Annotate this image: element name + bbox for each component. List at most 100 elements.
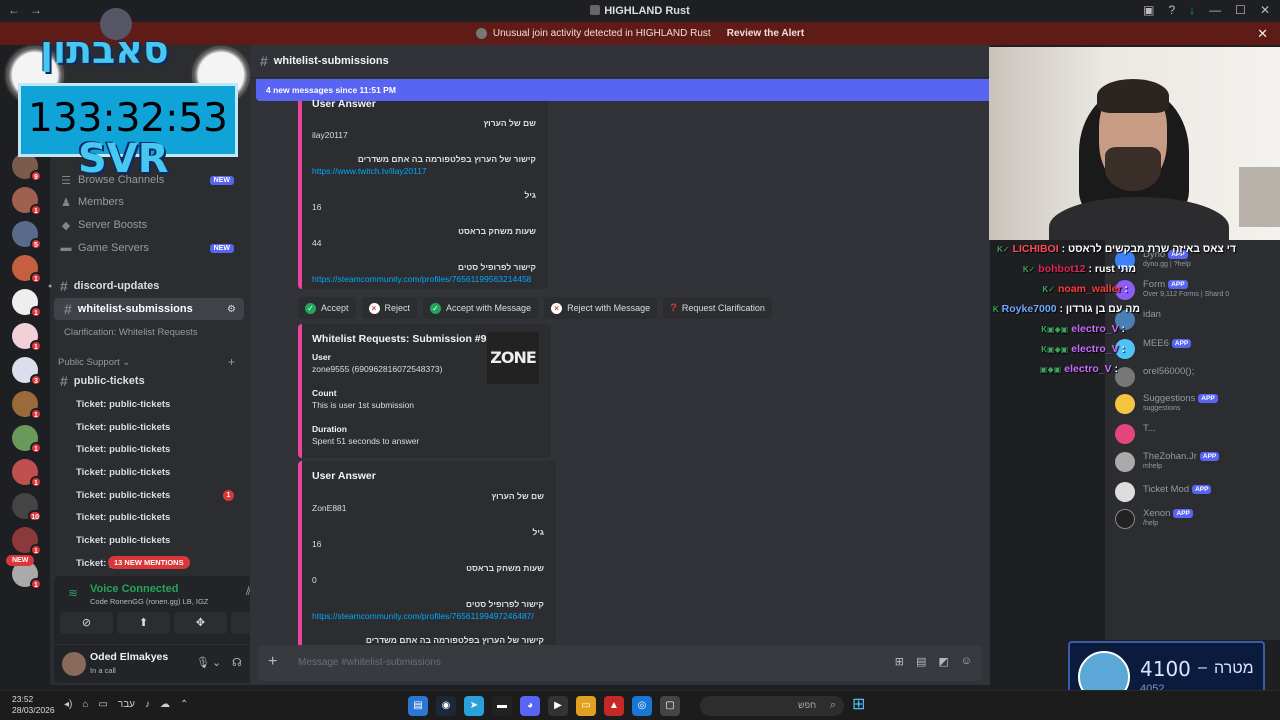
app-icon[interactable]: ▢ [660,696,680,716]
ticket-channel[interactable]: Ticket: public-tickets [50,529,246,551]
thread-item[interactable]: Clarification: Whitelist Requests [64,327,198,338]
taskbar-search[interactable]: חפש ⌕ [700,696,844,716]
inbox-icon[interactable]: ▣ [1143,3,1154,17]
check-icon: ✓ [305,302,316,314]
accept-button[interactable]: ✓ Accept [298,297,356,319]
network-icon[interactable]: ⌂ [82,699,88,710]
server-icon[interactable]: 1 [12,391,42,420]
channel-title: whitelist-submissions [273,55,389,67]
channel-discord-updates[interactable]: ● # discord-updates [48,275,246,297]
new-mentions-pill[interactable]: 13 NEW MENTIONS [108,556,190,569]
volume-icon[interactable]: ◂) [64,699,72,710]
server-icon[interactable]: 5 [12,221,42,250]
add-channel-icon[interactable]: + [228,355,235,369]
discord-app-icon[interactable]: ◕ [520,696,540,716]
server-icon[interactable]: 1 [12,425,42,454]
close-alert-icon[interactable]: ✕ [1257,26,1268,42]
voice-channel[interactable]: Code RonenGG (ronen.gg) LB, IGZ [90,597,208,606]
member-item[interactable]: Xenon APP/help [1115,505,1280,533]
field-link[interactable]: https://steamcommunity.com/profiles/7656… [312,611,534,621]
member-item[interactable]: Ticket Mod APP [1115,478,1280,506]
review-alert-button[interactable]: Review the Alert [727,28,804,39]
ticket-channel[interactable]: Ticket: public-tickets 1 [50,484,246,506]
reject-with-message-button[interactable]: × Reject with Message [544,297,658,319]
new-pill[interactable]: NEW [6,555,35,566]
server-icon[interactable]: 1 [12,289,42,318]
reject-button[interactable]: × Reject [361,297,418,319]
category-public-support[interactable]: Public Support ⌄ + [58,355,235,369]
sidebar-item-label: Members [78,196,124,208]
mic-icon[interactable]: ♪ [145,699,150,710]
clock[interactable]: 23:52 28/03/2026 [12,694,55,716]
field-label: שעות משחק בראסט [458,226,536,236]
member-item[interactable]: T... [1115,420,1280,448]
message-composer[interactable]: + Message #whitelist-submissions ⊞ ▤ ◩ ☺ [258,645,982,681]
gif-icon[interactable]: ▤ [916,655,926,668]
app-badge: APP [1199,452,1220,461]
badge: 9 [30,170,42,182]
avatar [1115,509,1135,529]
minimize-icon[interactable]: — [1209,3,1221,17]
stream-chat-overlay: K✓ LICHIBOI : די צאס באיזה שרת מבקשים לרא… [993,242,1240,382]
help-icon[interactable]: ? [1168,3,1175,17]
add-attachment-icon[interactable]: + [268,653,277,671]
server-icon[interactable]: 1 [12,187,42,216]
hash-icon: # [60,278,68,294]
sidebar-item-members[interactable]: ♟ Members [50,191,246,213]
emoji-icon[interactable]: ☺ [961,655,972,668]
message-input[interactable]: Message #whitelist-submissions [298,657,441,668]
file-explorer-app-icon[interactable]: ▭ [576,696,596,716]
close-icon[interactable]: ✕ [1260,3,1270,17]
steam-app-icon[interactable]: ◉ [436,696,456,716]
activities-button[interactable]: ✥ [174,612,227,634]
sticker-icon[interactable]: ◩ [938,655,948,668]
language-indicator[interactable]: עבר [118,699,135,710]
maximize-icon[interactable]: ☐ [1235,3,1246,17]
settings-icon[interactable]: ⚙ [227,304,236,315]
server-icon[interactable]: 10 [12,493,42,522]
server-icon[interactable]: 1 [12,459,42,488]
mic-icon[interactable]: 🎙︎ [196,656,210,669]
ticket-channel[interactable]: Ticket: public-tickets [50,506,246,528]
headphones-icon[interactable]: ☊ [232,656,242,669]
cloud-icon[interactable]: ☁ [160,699,170,710]
ticket-channel[interactable]: Ticket: public-tickets [50,438,246,460]
download-icon[interactable]: ↓ [1189,3,1195,17]
field-link[interactable]: https://steamcommunity.com/profiles/7656… [312,274,531,284]
clock-time: 23:52 [12,694,34,704]
screen-share-button[interactable]: ⬆ [117,612,170,634]
app-icon[interactable]: ▬ [492,696,512,716]
member-item[interactable]: TheZohan.Jr APP mhelp [1115,448,1280,476]
channel-public-tickets[interactable]: # public-tickets [50,370,246,392]
game-app-icon[interactable]: ▲ [604,696,624,716]
member-name: TheZohan.Jr APP [1143,451,1220,462]
chevron-down-icon[interactable]: ⌄ [212,656,221,669]
channel-whitelist-submissions[interactable]: # whitelist-submissions ⚙ [54,298,244,320]
ticket-channel[interactable]: Ticket: public-tickets [50,393,246,415]
ticket-channel[interactable]: Ticket: public-tickets [50,416,246,438]
voice-status[interactable]: Voice Connected [90,583,178,595]
field-link[interactable]: https://www.twitch.tv/ilay20117 [312,166,427,176]
server-icon[interactable]: 1 [12,527,42,556]
chevron-up-icon[interactable]: ⌃ [180,699,188,710]
sidebar-item-game-servers[interactable]: ▬ Game Servers NEW [50,237,246,259]
ticket-channel[interactable]: Ticket: public-tickets [50,461,246,483]
sidebar-item-server-boosts[interactable]: ◆ Server Boosts [50,214,246,236]
server-icon[interactable]: 1 [12,255,42,284]
camera-button[interactable]: ⊘ [60,612,113,634]
chrome-app-icon[interactable]: ◎ [632,696,652,716]
notepad-app-icon[interactable]: ▤ [408,696,428,716]
windows-start-icon[interactable]: ⊞ [852,697,868,713]
gift-icon[interactable]: ⊞ [895,655,904,668]
avatar[interactable] [62,652,86,676]
request-clarification-button[interactable]: ? Request Clarification [663,297,772,319]
username[interactable]: Oded Elmakyes [90,651,168,663]
accept-with-message-button[interactable]: ✓ Accept with Message [423,297,539,319]
member-item[interactable]: Suggestions APP suggestions [1115,390,1280,418]
server-icon[interactable]: 3 [12,357,42,386]
server-icon[interactable]: 1 [12,323,42,352]
window-controls[interactable]: ▣ ? ↓ — ☐ ✕ [1143,3,1270,17]
desktop-icon[interactable]: ▭ [98,699,107,710]
telegram-app-icon[interactable]: ➤ [464,696,484,716]
media-player-app-icon[interactable]: ▶ [548,696,568,716]
